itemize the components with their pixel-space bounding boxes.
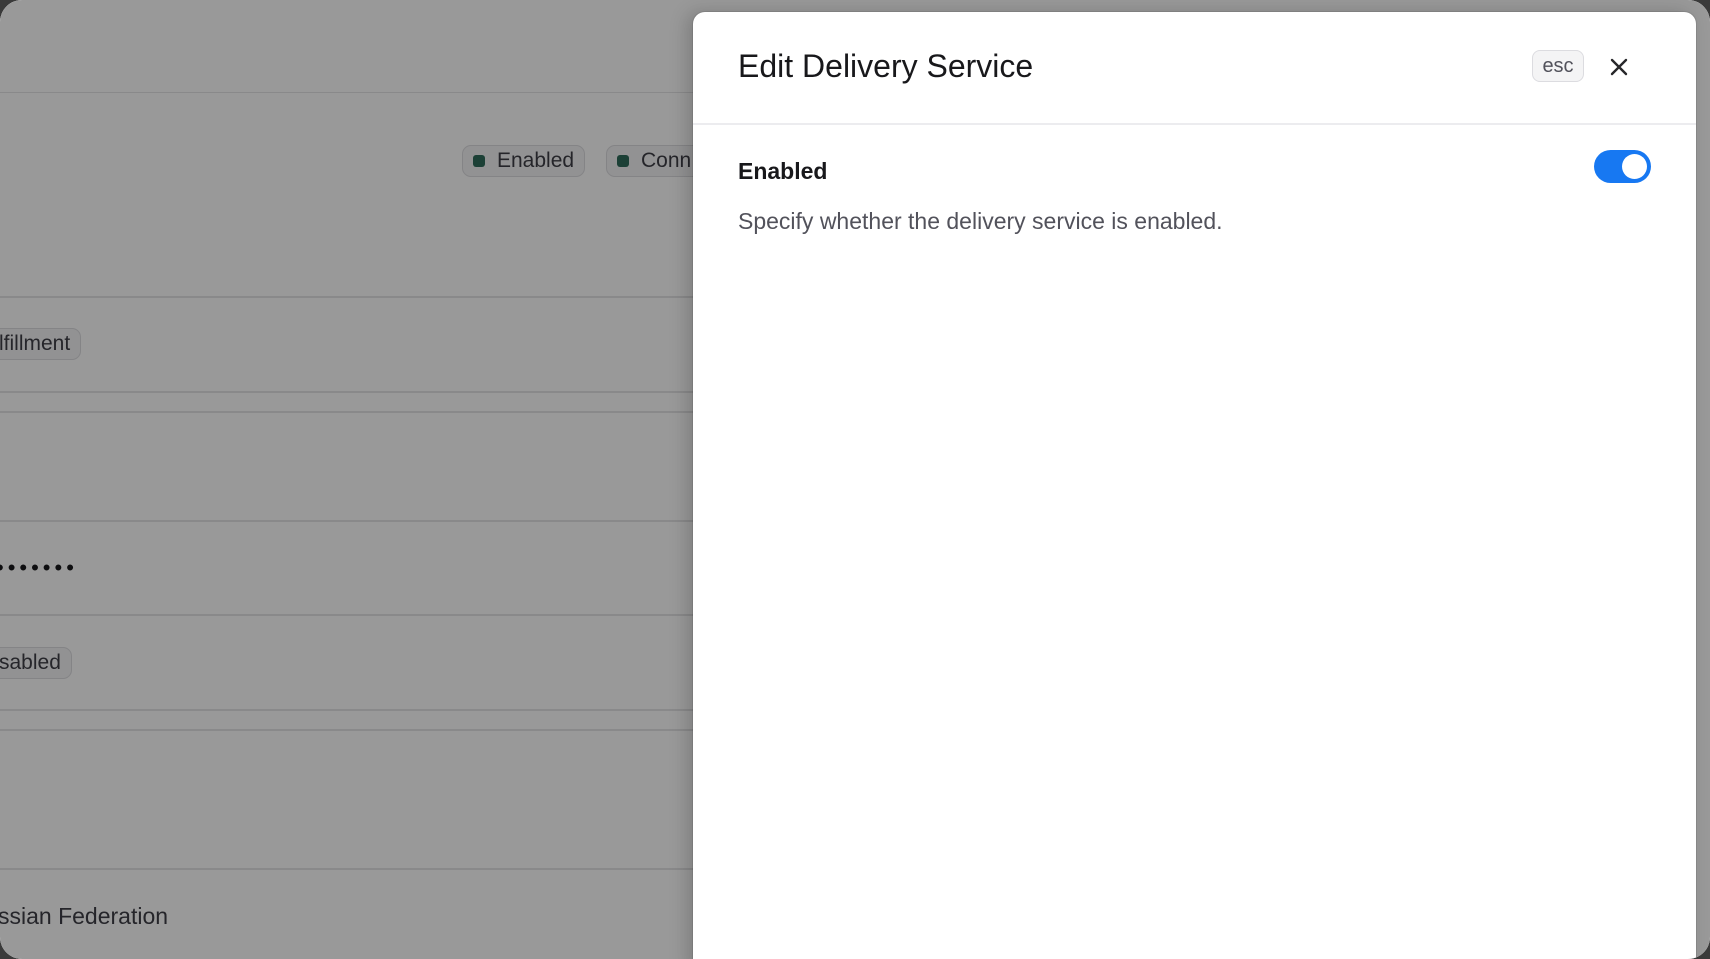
drawer-title: Edit Delivery Service xyxy=(738,48,1034,84)
toggle-knob xyxy=(1622,154,1647,179)
esc-key-hint: esc xyxy=(1532,50,1584,82)
close-button[interactable] xyxy=(1604,52,1634,82)
enabled-field-description: Specify whether the delivery service is … xyxy=(738,208,1223,234)
close-icon xyxy=(1610,58,1628,76)
enabled-toggle[interactable] xyxy=(1594,150,1651,183)
app-window: Enabled Conn lfillment ••••••• sabled ss… xyxy=(0,0,1710,959)
drawer-header: Edit Delivery Service esc xyxy=(693,12,1696,125)
enabled-field-label: Enabled xyxy=(738,158,828,184)
edit-delivery-service-drawer: Edit Delivery Service esc Enabled Specif… xyxy=(693,12,1696,959)
